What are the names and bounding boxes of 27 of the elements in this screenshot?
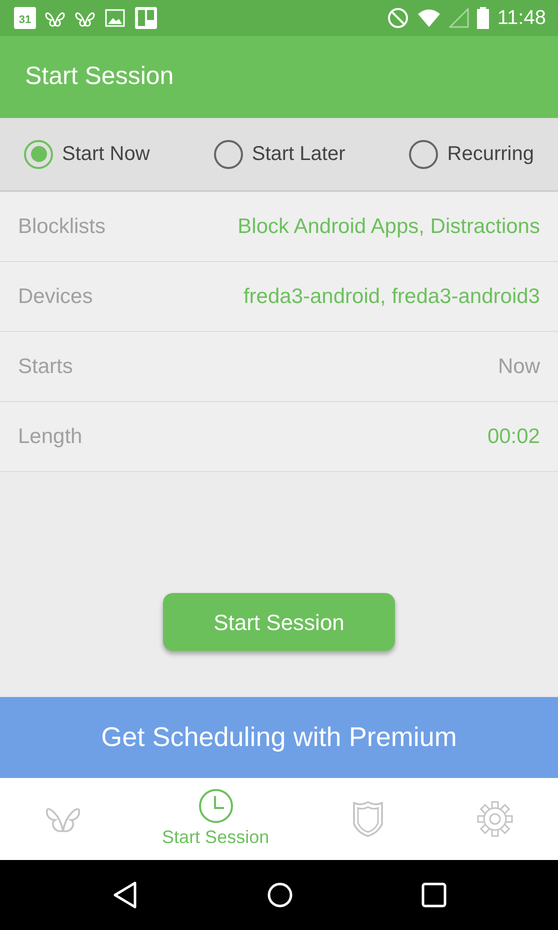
home-icon[interactable]	[266, 881, 294, 909]
radio-option[interactable]: Start Later	[214, 139, 346, 169]
setting-label: Blocklists	[18, 214, 106, 240]
shield-icon	[352, 800, 384, 838]
setting-value[interactable]: Block Android Apps, Distractions	[238, 210, 540, 242]
setting-label: Length	[18, 424, 82, 450]
signal-icon	[449, 8, 470, 28]
battery-icon	[477, 7, 490, 29]
setting-label: Starts	[18, 354, 73, 380]
clock-time: 11:48	[497, 6, 546, 31]
start-session-button[interactable]: Start Session	[163, 593, 395, 651]
do-not-disturb-icon	[387, 7, 410, 29]
setting-value[interactable]: Now	[498, 350, 540, 382]
calendar-icon: 31	[14, 7, 36, 29]
setting-value[interactable]: 00:02	[487, 420, 540, 452]
setting-label: Devices	[18, 284, 93, 310]
back-icon[interactable]	[111, 880, 140, 910]
recents-icon[interactable]	[420, 882, 447, 908]
board-icon	[134, 6, 158, 30]
app-title: Start Session	[25, 61, 174, 92]
radio-option[interactable]: Start Now	[24, 139, 150, 169]
clock-icon	[198, 788, 234, 824]
image-icon	[104, 7, 126, 29]
setting-value[interactable]: freda3-android, freda3-android3	[243, 280, 540, 312]
wifi-icon	[417, 8, 442, 28]
settings-icon	[476, 801, 513, 837]
radio-option[interactable]: Recurring	[409, 139, 534, 169]
